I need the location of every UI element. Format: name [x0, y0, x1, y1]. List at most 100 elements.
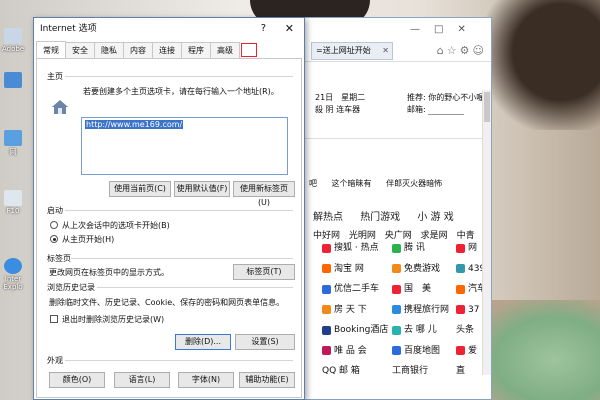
grid-row: Booking酒店 去 哪 儿 头条 [322, 320, 492, 341]
desktop-icon-label: F10 [6, 207, 20, 215]
smile-icon[interactable]: ☺ [473, 44, 487, 57]
close-button[interactable]: ✕ [285, 18, 294, 40]
home-page-textarea[interactable]: http://www.me169.com/ [81, 117, 288, 175]
site-icon [456, 305, 465, 315]
scrollbar-thumb[interactable] [484, 92, 490, 122]
browser-tab[interactable]: =送上网址开始 ✕ [311, 42, 393, 60]
close-tab-icon[interactable]: ✕ [382, 43, 389, 59]
grid-cell[interactable]: 搜狐 · 热点 [322, 238, 392, 259]
grid-row: 房 天 下 携程旅行网 37 [322, 300, 492, 321]
delete-history-button[interactable]: 删除(D)... [175, 334, 231, 350]
booking-icon [322, 325, 331, 335]
close-icon[interactable]: ✕ [457, 24, 479, 35]
startup-last-session-radio[interactable] [50, 221, 58, 229]
games-icon [392, 264, 401, 274]
dialog-tabs: 常规 安全 隐私 内容 连接 程序 高级 [36, 41, 240, 58]
minimize-icon[interactable]: — [410, 24, 434, 35]
grid-cell[interactable]: QQ 邮 箱 [322, 361, 392, 382]
pc-icon [4, 72, 22, 88]
desktop-icon-label: 网 [9, 148, 17, 156]
grid-cell[interactable]: 房 天 下 [322, 300, 392, 321]
history-settings-button[interactable]: 设置(S) [235, 334, 295, 350]
site-icon [456, 346, 465, 356]
hot-link[interactable]: 伴郎灭火器暗怖 [386, 179, 442, 188]
startup-section-title: 启动 [47, 206, 63, 215]
grid-cell[interactable]: 去 哪 儿 [392, 320, 456, 341]
browser-scrollbar[interactable] [482, 90, 491, 375]
grid-cell[interactable]: 携程旅行网 [392, 300, 456, 321]
use-default-button[interactable]: 使用默认值(F) [174, 181, 230, 197]
hot-link[interactable]: 这个暗昧有 [332, 179, 372, 188]
tab-general[interactable]: 常规 [36, 41, 66, 58]
tab-programs[interactable]: 程序 [181, 42, 211, 58]
tab-connections[interactable]: 连接 [152, 42, 182, 58]
taobao-icon [322, 264, 331, 274]
divider [97, 287, 293, 288]
desktop-icon-pc[interactable] [2, 72, 24, 89]
mail-field[interactable] [428, 105, 465, 115]
delete-on-exit-checkbox[interactable] [50, 315, 58, 323]
tabs-description: 更改网页在标签页中的显示方式。 [49, 268, 169, 277]
tab-content[interactable]: 内容 [123, 42, 153, 58]
home-section-title: 主页 [47, 72, 63, 81]
grid-cell[interactable]: 淘宝 网 [322, 259, 392, 280]
mail-label: 邮箱: [407, 105, 426, 114]
divider [65, 360, 293, 361]
tabs-settings-button[interactable]: 标签页(T) [233, 264, 295, 280]
startup-home-label[interactable]: 从主页开始(H) [62, 234, 114, 245]
grid-cell[interactable]: 工商银行 [392, 361, 456, 382]
hot-link[interactable]: 吧 [309, 179, 317, 188]
maximize-icon[interactable]: □ [434, 24, 457, 35]
fonts-button[interactable]: 字体(N) [178, 372, 234, 388]
gear-icon[interactable]: ⚙ [460, 44, 473, 57]
internet-options-dialog: Internet 选项 ? ✕ 常规 安全 隐私 内容 连接 程序 高级 主页 … [33, 17, 305, 400]
general-tab-panel: 主页 若要创建多个主页选项卡，请在每行输入一个地址(R)。 http://www… [36, 58, 302, 398]
grid-cell[interactable]: 优信二手车 [322, 279, 392, 300]
date-text: 21日 星期二 [315, 93, 366, 102]
tab-mini-games[interactable]: 小 游 戏 [417, 212, 453, 223]
divider [71, 258, 293, 259]
startup-last-session-label[interactable]: 从上次会话中的选项卡开始(B) [62, 220, 170, 231]
star-icon[interactable]: ☆ [447, 44, 460, 57]
car-icon [322, 284, 331, 294]
desktop-icon-adobe[interactable]: Adobe [2, 28, 24, 53]
grid-row: 唯 品 会 百度地图 爱 [322, 341, 492, 362]
grid-cell[interactable]: 免费游戏 [392, 259, 456, 280]
divider [65, 76, 293, 77]
use-new-tab-button[interactable]: 使用新标签页(U) [233, 181, 295, 207]
grid-cell[interactable]: 百度地图 [392, 341, 456, 362]
appearance-section-title: 外观 [47, 356, 63, 365]
tab-security[interactable]: 安全 [65, 42, 95, 58]
ie-icon [4, 258, 22, 274]
desktop-icon-recycle[interactable]: F10 [2, 190, 24, 215]
grid-cell[interactable]: 国 美 [392, 279, 456, 300]
home-instruction: 若要创建多个主页选项卡，请在每行输入一个地址(R)。 [83, 87, 279, 96]
dialog-title: Internet 选项 [40, 24, 97, 34]
desktop-icon-network[interactable]: 网 [2, 130, 24, 157]
recycle-icon [4, 190, 22, 206]
languages-button[interactable]: 语言(L) [114, 372, 170, 388]
desktop-icon-ie[interactable]: Inter Explo [2, 258, 24, 291]
grid-cell[interactable]: 腾 讯 [392, 238, 456, 259]
grid-row: 搜狐 · 热点 腾 讯 网 [322, 238, 492, 259]
grid-cell[interactable]: 唯 品 会 [322, 341, 392, 362]
ctrip-icon [392, 305, 401, 315]
colors-button[interactable]: 颜色(O) [49, 372, 105, 388]
divider [65, 210, 293, 211]
history-description: 删除临时文件、历史记录、Cookie、保存的密码和网页表单信息。 [49, 298, 285, 307]
use-current-button[interactable]: 使用当前页(C) [109, 181, 171, 197]
history-section-title: 浏览历史记录 [47, 283, 95, 292]
tab-hot[interactable]: 解热点 [313, 212, 343, 223]
browser-toolbar: ⌂☆⚙☺ [437, 44, 487, 57]
startup-home-radio[interactable] [50, 235, 58, 243]
tab-privacy[interactable]: 隐私 [94, 42, 124, 58]
site-grid: 搜狐 · 热点 腾 讯 网 淘宝 网 免费游戏 439 优信二手车 国 美 汽车… [322, 238, 492, 382]
delete-on-exit-label[interactable]: 退出时删除浏览历史记录(W) [62, 314, 164, 325]
tab-advanced[interactable]: 高级 [210, 42, 240, 58]
home-icon[interactable]: ⌂ [437, 44, 447, 57]
grid-cell[interactable]: Booking酒店 [322, 320, 392, 341]
grid-row: 淘宝 网 免费游戏 439 [322, 259, 492, 280]
help-button[interactable]: ? [261, 18, 266, 40]
tab-games[interactable]: 热门游戏 [360, 212, 400, 223]
accessibility-button[interactable]: 辅助功能(E) [239, 372, 295, 388]
